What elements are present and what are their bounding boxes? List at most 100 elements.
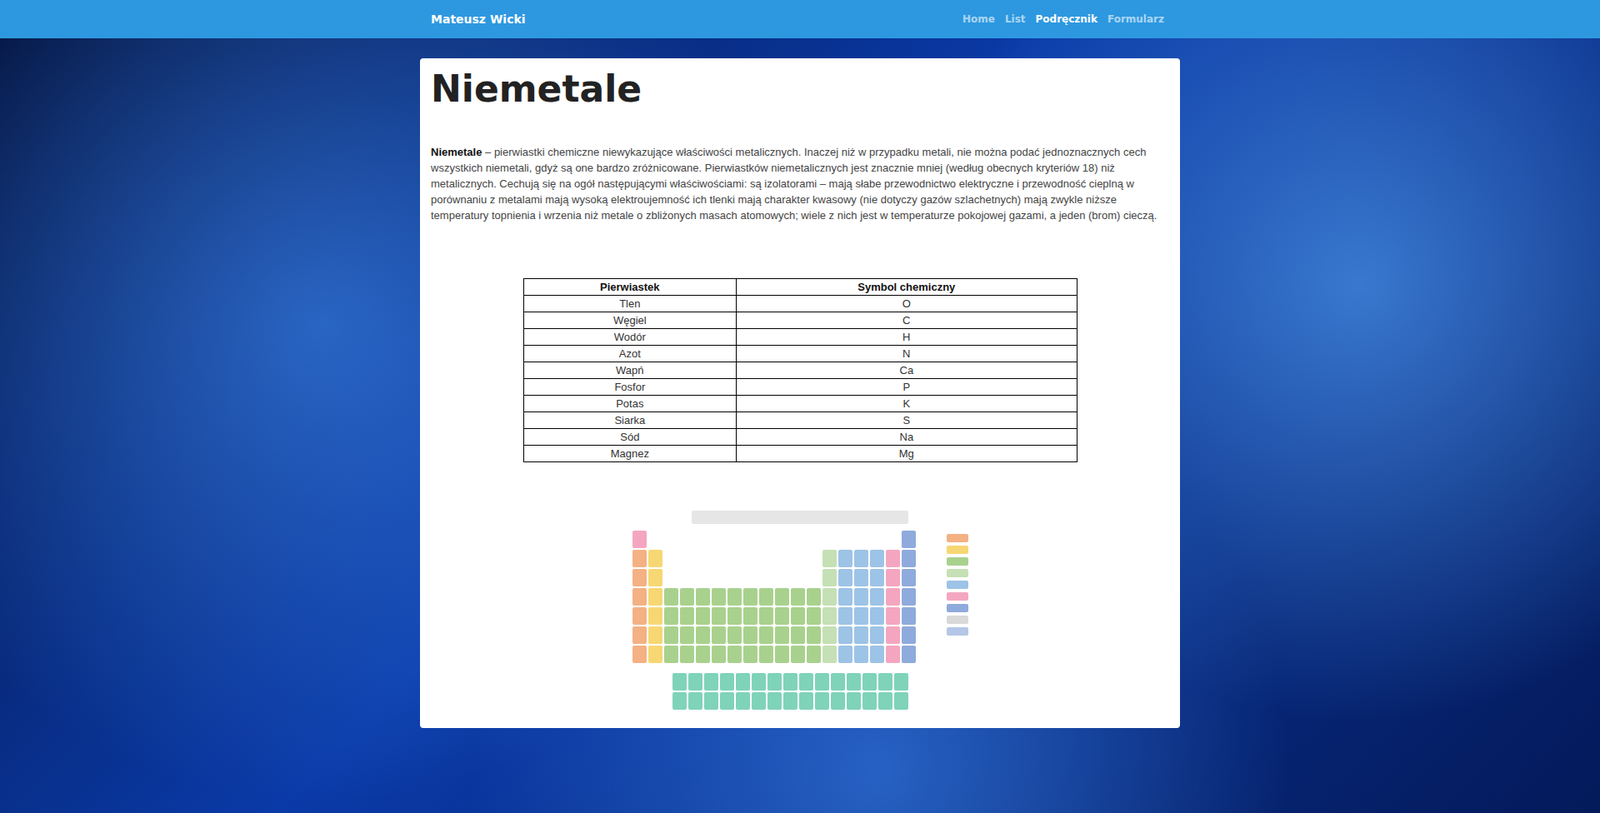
f-block-cell xyxy=(735,673,750,691)
element-cell xyxy=(901,530,916,549)
element-cell xyxy=(695,645,710,664)
element-cell xyxy=(806,645,821,664)
element-cell xyxy=(711,626,726,645)
element-cell xyxy=(664,645,679,664)
element-cell xyxy=(822,588,837,606)
element-cell xyxy=(664,588,679,606)
legend-swatch xyxy=(946,557,969,566)
element-cell xyxy=(775,607,790,625)
f-block-cell xyxy=(751,692,766,710)
element-cell xyxy=(870,550,885,568)
periodic-table-image xyxy=(632,510,969,710)
legend-swatch xyxy=(946,615,969,625)
table-row: FosforP xyxy=(523,379,1077,396)
content-card: Niemetale Niemetale – pierwiastki chemic… xyxy=(420,58,1180,729)
elements-table: PierwiastekSymbol chemicznyTlenOWęgielCW… xyxy=(523,278,1078,463)
brand-link[interactable]: Mateusz Wicki xyxy=(430,12,526,26)
element-cell xyxy=(822,569,837,587)
table-row: WęgielC xyxy=(523,312,1077,330)
element-cell xyxy=(885,588,900,606)
element-cell xyxy=(806,588,821,606)
f-block-cell xyxy=(815,673,830,691)
f-block-cell xyxy=(767,673,782,691)
legend-swatch xyxy=(946,604,969,613)
element-cell xyxy=(759,607,774,625)
navbar: Mateusz Wicki HomeListPodręcznikFormular… xyxy=(0,0,1600,39)
nav-link[interactable]: Home xyxy=(957,13,1000,25)
table-row: PotasK xyxy=(523,395,1077,413)
nav-link[interactable]: Podręcznik xyxy=(1030,13,1103,25)
element-cell xyxy=(632,588,647,606)
table-row: WapńCa xyxy=(523,362,1077,380)
element-cell xyxy=(901,588,916,606)
element-cell xyxy=(648,588,663,606)
element-cell xyxy=(838,626,853,645)
legend-swatch xyxy=(946,627,969,636)
element-cell xyxy=(870,626,885,645)
element-cell xyxy=(695,607,710,625)
table-cell: Siarka xyxy=(523,412,737,430)
element-cell xyxy=(727,588,742,606)
page: Mateusz Wicki HomeListPodręcznikFormular… xyxy=(0,0,1600,813)
element-cell xyxy=(680,607,695,625)
legend-swatch xyxy=(946,592,969,601)
f-block-cell xyxy=(672,692,687,710)
element-cell xyxy=(854,569,869,587)
table-cell: Na xyxy=(736,429,1077,446)
element-cell xyxy=(806,626,821,645)
element-cell xyxy=(648,607,663,625)
legend-swatch xyxy=(946,545,969,555)
table-cell: P xyxy=(736,379,1077,396)
element-cell xyxy=(885,645,900,664)
f-block-cell xyxy=(894,692,909,710)
element-cell xyxy=(885,607,900,625)
image-legend xyxy=(946,530,969,664)
nav-link[interactable]: Formularz xyxy=(1102,13,1170,25)
element-cell xyxy=(790,588,805,606)
table-cell: C xyxy=(736,312,1077,330)
element-cell xyxy=(838,550,853,568)
element-cell xyxy=(632,626,647,645)
element-cell xyxy=(711,607,726,625)
element-cell xyxy=(885,550,900,568)
element-cell xyxy=(901,550,916,568)
element-cell xyxy=(727,645,742,664)
element-cell xyxy=(664,607,679,625)
f-block-cell xyxy=(815,692,830,710)
table-row: AzotN xyxy=(523,345,1077,363)
intro-paragraph: Niemetale – pierwiastki chemiczne niewyk… xyxy=(430,144,1170,224)
f-block-cell xyxy=(799,673,814,691)
element-cell xyxy=(711,588,726,606)
element-cell xyxy=(648,645,663,664)
table-cell: Mg xyxy=(736,445,1077,463)
element-cell xyxy=(759,645,774,664)
f-block-cell xyxy=(751,673,766,691)
element-cell xyxy=(680,626,695,645)
element-cell xyxy=(901,626,916,645)
f-block-cell xyxy=(783,692,798,710)
table-cell: Fosfor xyxy=(523,379,737,396)
nav-link[interactable]: List xyxy=(1000,13,1031,25)
element-cell xyxy=(632,550,647,568)
table-row: SiarkaS xyxy=(523,412,1077,430)
element-cell xyxy=(632,530,647,549)
f-block-cell xyxy=(878,673,893,691)
element-cell xyxy=(695,588,710,606)
element-cell xyxy=(648,569,663,587)
element-cell xyxy=(680,645,695,664)
element-cell xyxy=(664,626,679,645)
element-cell xyxy=(901,569,916,587)
f-block-cell xyxy=(735,692,750,710)
element-cell xyxy=(695,626,710,645)
element-cell xyxy=(885,626,900,645)
f-block-cell xyxy=(862,673,877,691)
element-cell xyxy=(822,645,837,664)
element-cell xyxy=(854,607,869,625)
element-cell xyxy=(743,607,758,625)
f-block-cell xyxy=(688,673,703,691)
element-cell xyxy=(838,588,853,606)
element-cell xyxy=(870,569,885,587)
element-cell xyxy=(727,607,742,625)
element-cell xyxy=(632,607,647,625)
element-cell xyxy=(885,569,900,587)
